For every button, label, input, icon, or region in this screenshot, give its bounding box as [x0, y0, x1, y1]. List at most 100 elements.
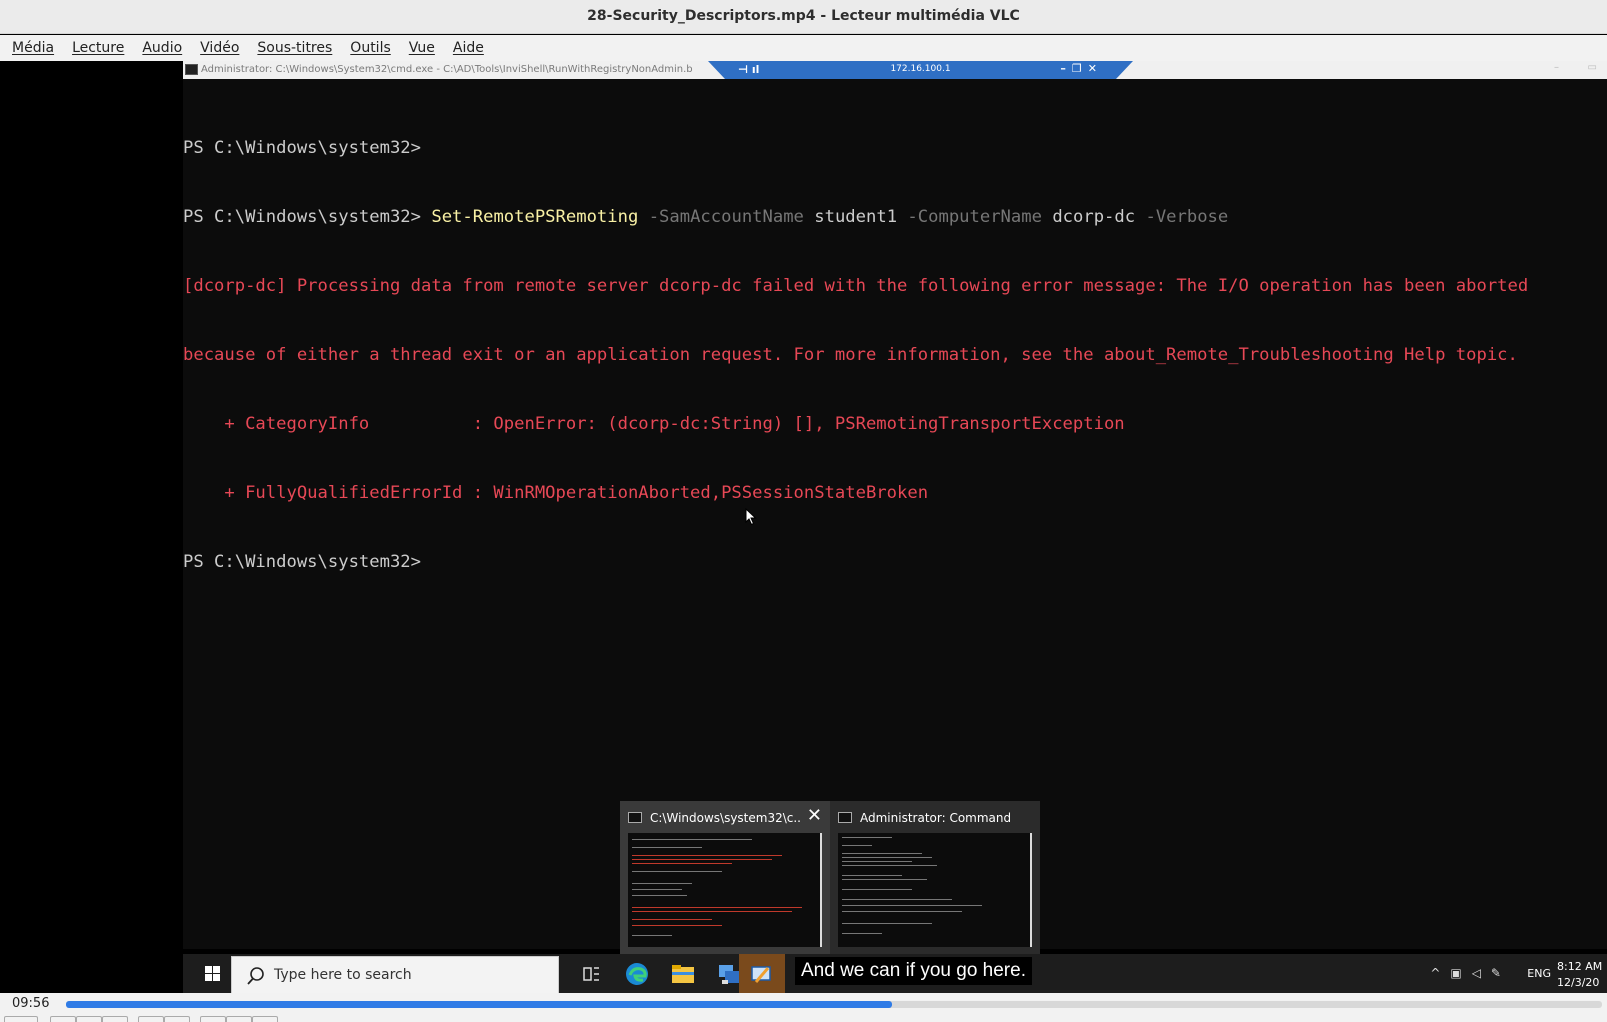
preview-line: [632, 839, 752, 840]
window-title: 28-Security_Descriptors.mp4 - Lecteur mu…: [587, 8, 1020, 24]
menu-lecture[interactable]: Lecture: [70, 40, 126, 56]
preview-line: [632, 871, 722, 872]
error-line: [dcorp-dc] Processing data from remote s…: [183, 276, 1529, 296]
console-line: PS C:\Windows\system32>: [183, 551, 1607, 574]
thumbnail-cmd-1[interactable]: C:\Windows\system32\c... ✕: [620, 801, 830, 954]
error-line: because of either a thread exit or an ap…: [183, 345, 1518, 365]
menu-help[interactable]: Aide: [451, 40, 486, 56]
preview-line: [842, 875, 902, 876]
video-letterbox: [0, 61, 183, 993]
tray-icons[interactable]: ^▣◁✎: [1430, 966, 1511, 980]
preview-line: [632, 895, 687, 896]
preview-line: [632, 863, 732, 864]
edge-icon[interactable]: [621, 958, 653, 990]
error-line: + FullyQualifiedErrorId : WinRMOperation…: [183, 483, 929, 503]
rdp-connection-bar: ⊣ ıl 172.16.100.1 –❐✕: [708, 61, 1133, 79]
shuffle-button[interactable]: [252, 1016, 278, 1022]
video-area[interactable]: Administrator: C:\Windows\System32\cmd.e…: [0, 61, 1607, 993]
system-tray: ^▣◁✎ ENG 8:12 AM 12/3/20: [1377, 954, 1607, 993]
taskbar-search[interactable]: Type here to search: [231, 956, 559, 993]
thumbnail-title: Administrator: Command Prom...: [838, 811, 1010, 827]
vlc-titlebar: 28-Security_Descriptors.mp4 - Lecteur mu…: [0, 0, 1607, 34]
preview-line: [632, 911, 792, 912]
preview-line: [842, 879, 927, 880]
param: -SamAccountName: [648, 207, 804, 227]
preview-line: [632, 855, 782, 856]
preview-line: [632, 925, 722, 926]
prompt: PS C:\Windows\system32>: [183, 207, 421, 227]
preview-line: [632, 935, 672, 936]
elapsed-time: 09:56: [12, 996, 50, 1011]
preview-line: [632, 883, 692, 884]
next-button[interactable]: [102, 1016, 128, 1022]
preview-line: [632, 859, 772, 860]
minimize-icon: – ▭: [1553, 62, 1597, 73]
error-line: + CategoryInfo : OpenError: (dcorp-dc:St…: [183, 414, 1125, 434]
cmd-icon: [838, 812, 852, 823]
clock-time: 8:12 AM: [1557, 960, 1603, 973]
cmd-icon: [185, 64, 198, 75]
clock[interactable]: 8:12 AM 12/3/20: [1557, 959, 1607, 991]
task-view-icon[interactable]: [575, 958, 607, 990]
argument: student1: [814, 207, 898, 227]
preview-line: [842, 857, 932, 858]
preview-line: [842, 905, 982, 906]
previous-button[interactable]: [50, 1016, 76, 1022]
play-button[interactable]: [4, 1016, 38, 1022]
vlc-controls: 09:56: [0, 993, 1607, 1022]
preview-line: [842, 899, 952, 900]
preview-line: [842, 865, 937, 866]
search-icon: [247, 967, 264, 985]
rdp-app-icon[interactable]: [746, 958, 778, 990]
menu-audio[interactable]: Audio: [140, 40, 184, 56]
windows-start-icon[interactable]: [191, 954, 231, 993]
close-icon[interactable]: ✕: [807, 807, 822, 825]
vlc-menubar: Média Lecture Audio Vidéo Sous-titres Ou…: [0, 35, 1607, 61]
clock-date: 12/3/20: [1557, 976, 1600, 989]
menu-media[interactable]: Média: [10, 40, 56, 56]
preview-line: [842, 889, 912, 890]
playlist-button[interactable]: [200, 1016, 226, 1022]
video-subtitle: And we can if you go here.: [795, 957, 1032, 985]
menu-video[interactable]: Vidéo: [198, 40, 241, 56]
preview-line: [632, 847, 702, 848]
windows-taskbar: Type here to search And we can if you go…: [183, 954, 1607, 993]
thumbnail-cmd-2[interactable]: Administrator: Command Prom...: [830, 801, 1040, 954]
argument: dcorp-dc: [1052, 207, 1136, 227]
cmd-icon: [628, 812, 642, 823]
preview-line: [842, 845, 872, 846]
file-explorer-icon[interactable]: [667, 958, 699, 990]
search-placeholder: Type here to search: [274, 967, 412, 983]
prompt: PS C:\Windows\system32>: [183, 552, 421, 572]
thumbnail-preview: [838, 833, 1032, 947]
fullscreen-button[interactable]: [138, 1016, 164, 1022]
rdp-window-controls-icon: –❐✕: [1060, 62, 1103, 75]
preview-line: [632, 919, 712, 920]
menu-tools[interactable]: Outils: [348, 40, 392, 56]
param: -ComputerName: [907, 207, 1042, 227]
remote-window-bar: Administrator: C:\Windows\System32\cmd.e…: [183, 61, 1607, 79]
extended-settings-button[interactable]: [164, 1016, 190, 1022]
stop-button[interactable]: [76, 1016, 102, 1022]
prompt: PS C:\Windows\system32>: [183, 138, 421, 158]
preview-line: [632, 907, 802, 908]
cmd-window-title: Administrator: C:\Windows\System32\cmd.e…: [201, 64, 693, 75]
preview-line: [632, 889, 682, 890]
param: -Verbose: [1145, 207, 1229, 227]
seek-progress: [66, 1001, 893, 1008]
preview-line: [842, 911, 962, 912]
thumbnail-title: C:\Windows\system32\c...: [628, 811, 800, 827]
console-line: PS C:\Windows\system32> Set-RemotePSRemo…: [183, 206, 1607, 229]
seek-bar[interactable]: [66, 1001, 1602, 1008]
menu-subtitles[interactable]: Sous-titres: [255, 40, 334, 56]
preview-line: [842, 853, 922, 854]
preview-line: [842, 933, 882, 934]
menu-view[interactable]: Vue: [407, 40, 437, 56]
language-indicator[interactable]: ENG: [1527, 967, 1551, 980]
preview-line: [842, 861, 912, 862]
thumbnail-preview: [628, 833, 822, 947]
taskbar-thumbnail-popup: C:\Windows\system32\c... ✕ Administrator…: [620, 801, 1040, 954]
cmdlet: Set-RemotePSRemoting: [431, 207, 639, 227]
console-line: PS C:\Windows\system32>: [183, 137, 1607, 160]
loop-button[interactable]: [226, 1016, 252, 1022]
